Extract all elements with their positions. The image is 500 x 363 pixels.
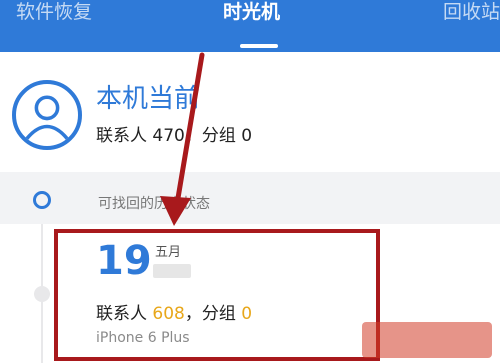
history-section-label: 可找回的历史状态 — [98, 196, 210, 212]
snapshot-day: 19 — [96, 238, 152, 284]
current-device-stats: 联系人 470，分组 0 — [96, 126, 253, 146]
contacts-count: 608 — [152, 304, 185, 324]
snapshot-month: 五月 — [155, 245, 182, 260]
tab-time-machine[interactable]: 时光机 — [223, 0, 280, 30]
watermark-logo — [362, 322, 492, 358]
groups-label: ，分组 — [184, 304, 242, 324]
history-section-header — [0, 172, 500, 224]
groups-count: 0 — [241, 304, 253, 324]
timeline-node-icon — [34, 286, 50, 302]
active-tab-indicator — [240, 44, 278, 48]
snapshot-stats: 联系人 608，分组 0 — [96, 299, 252, 324]
timeline-dot-icon — [33, 191, 51, 209]
snapshot-device-model: iPhone 6 Plus — [96, 330, 190, 346]
current-device-title: 本机当前 — [96, 84, 201, 114]
person-circle-icon — [12, 80, 82, 150]
tab-recycle-bin[interactable]: 回收站 — [443, 0, 500, 30]
blurred-date-text — [153, 264, 191, 278]
tab-software-recovery[interactable]: 软件恢复 — [16, 0, 92, 30]
contacts-label: 联系人 — [96, 304, 153, 324]
top-tab-bar: 软件恢复 时光机 回收站 — [0, 0, 500, 52]
